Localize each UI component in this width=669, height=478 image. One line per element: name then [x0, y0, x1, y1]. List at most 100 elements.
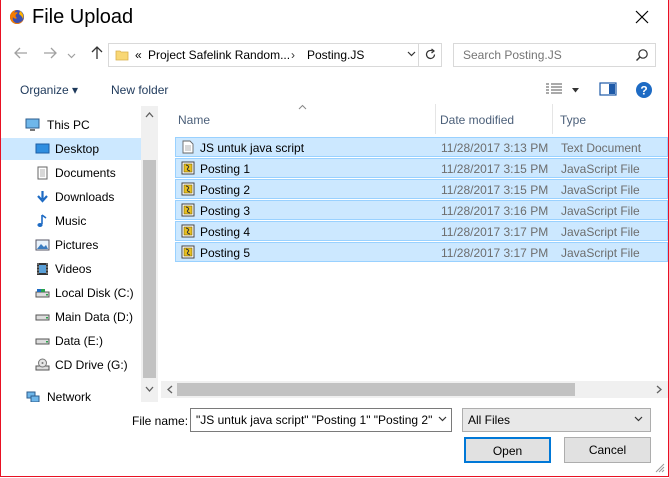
scroll-left-arrow[interactable] — [161, 385, 178, 396]
file-row[interactable]: Posting 4 11/28/2017 3:17 PM JavaScript … — [175, 221, 668, 241]
javascript-file-icon — [181, 161, 195, 175]
chevron-down-icon — [572, 88, 579, 93]
refresh-button[interactable] — [418, 44, 441, 66]
new-folder-button[interactable]: New folder — [111, 83, 168, 97]
sidebar-item-data-e[interactable]: Data (E:) — [1, 330, 141, 352]
search-icon[interactable] — [635, 48, 649, 62]
search-box[interactable] — [453, 43, 656, 67]
chevron-down-icon — [407, 51, 415, 57]
sidebar-item-label: Local Disk (C:) — [55, 286, 134, 300]
breadcrumb-project[interactable]: Project Safelink Random... — [148, 48, 290, 62]
file-type-select[interactable]: All Files — [462, 408, 651, 432]
column-header-type[interactable]: Type — [553, 104, 668, 134]
scrollbar-thumb[interactable] — [177, 383, 575, 396]
sidebar-item-this-pc[interactable]: This PC — [1, 114, 141, 136]
file-type: JavaScript File — [561, 246, 640, 260]
sidebar-item-label: Main Data (D:) — [55, 310, 134, 324]
sidebar-item-pictures[interactable]: Pictures — [1, 234, 141, 256]
address-dropdown-button[interactable] — [405, 48, 417, 62]
organize-button[interactable]: Organize ▾ — [20, 83, 78, 97]
file-type: JavaScript File — [561, 225, 640, 239]
file-upload-dialog: File Upload « Project Safelink Random...… — [0, 0, 669, 477]
preview-pane-button[interactable] — [599, 82, 617, 99]
file-row[interactable]: Posting 1 11/28/2017 3:15 PM JavaScript … — [175, 158, 668, 178]
search-input[interactable] — [461, 47, 635, 63]
resize-grip-icon[interactable] — [655, 463, 665, 473]
forward-button[interactable] — [41, 46, 59, 64]
file-name: Posting 1 — [200, 162, 251, 176]
arrow-left-icon — [14, 47, 27, 59]
help-button[interactable]: ? — [635, 81, 653, 102]
file-name: Posting 4 — [200, 225, 251, 239]
up-button[interactable] — [88, 46, 106, 64]
sidebar-item-label: Network — [47, 390, 92, 402]
file-row[interactable]: Posting 5 11/28/2017 3:17 PM JavaScript … — [175, 242, 668, 262]
back-button[interactable] — [12, 46, 30, 64]
column-header-date[interactable]: Date modified — [436, 104, 552, 134]
navigation-pane-scrollbar[interactable] — [141, 106, 158, 402]
file-row[interactable]: JS untuk java script 11/28/2017 3:13 PM … — [175, 137, 668, 157]
file-name: Posting 5 — [200, 246, 251, 260]
sidebar-item-videos[interactable]: Videos — [1, 258, 141, 280]
sidebar-item-label: Videos — [55, 262, 92, 276]
chevron-down-icon[interactable] — [438, 414, 447, 423]
file-name: Posting 2 — [200, 183, 251, 197]
sidebar-item-label: Music — [55, 214, 87, 228]
sidebar-item-music[interactable]: Music — [1, 210, 141, 232]
title-bar: File Upload — [1, 0, 668, 36]
file-name: JS untuk java script — [200, 141, 305, 155]
chevron-left-icon — [167, 385, 173, 394]
cancel-button[interactable]: Cancel — [564, 437, 651, 463]
file-row[interactable]: Posting 3 11/28/2017 3:16 PM JavaScript … — [175, 200, 668, 220]
sidebar-item-label: Pictures — [55, 238, 99, 252]
address-bar[interactable]: « Project Safelink Random... › Posting.J… — [108, 43, 442, 67]
close-icon — [635, 10, 649, 24]
sidebar-item-local-disk-c[interactable]: Local Disk (C:) — [1, 282, 141, 304]
file-list-horizontal-scrollbar[interactable] — [161, 381, 668, 398]
column-header-name[interactable]: Name — [167, 104, 435, 134]
close-button[interactable] — [630, 5, 654, 30]
breadcrumb-separator[interactable]: › — [291, 48, 295, 62]
sidebar-item-main-data-d[interactable]: Main Data (D:) — [1, 306, 141, 328]
file-name-combobox[interactable]: "JS untuk java script" "Posting 1" "Post… — [190, 408, 452, 432]
sidebar-item-network[interactable]: Network — [1, 386, 141, 402]
file-row[interactable]: Posting 2 11/28/2017 3:15 PM JavaScript … — [175, 179, 668, 199]
breadcrumb-posting-js[interactable]: Posting.JS — [307, 48, 364, 62]
scroll-right-arrow[interactable] — [651, 385, 668, 396]
chevron-down-icon — [634, 416, 643, 422]
file-type: JavaScript File — [561, 204, 640, 218]
javascript-file-icon — [181, 182, 195, 196]
column-header-label: Date modified — [440, 113, 515, 127]
column-header-label: Type — [560, 113, 587, 127]
videos-icon — [37, 263, 48, 275]
scrollbar-thumb[interactable] — [143, 160, 156, 378]
file-date: 11/28/2017 3:16 PM — [441, 204, 549, 218]
svg-text:?: ? — [640, 84, 647, 98]
details-view-icon — [546, 83, 562, 94]
scroll-down-arrow[interactable] — [141, 385, 158, 395]
sidebar-item-cd-drive-g[interactable]: CD Drive (G:) — [1, 354, 141, 376]
chevron-up-icon — [145, 112, 154, 118]
network-icon — [26, 391, 40, 402]
sidebar-item-desktop[interactable]: Desktop — [1, 138, 141, 160]
sidebar-item-label: This PC — [47, 118, 90, 132]
downloads-icon — [37, 191, 48, 203]
recent-locations-button[interactable] — [65, 46, 77, 64]
navigation-pane: This PC Desktop Documents Downloads Musi… — [1, 106, 159, 402]
drive-icon — [35, 289, 50, 298]
file-name-label: File name: — [132, 414, 189, 428]
file-date: 11/28/2017 3:15 PM — [441, 183, 549, 197]
view-options-dropdown[interactable] — [571, 84, 580, 98]
file-name-input[interactable]: "JS untuk java script" "Posting 1" "Post… — [196, 413, 432, 427]
change-view-button[interactable] — [545, 82, 563, 99]
file-type: JavaScript File — [561, 183, 640, 197]
breadcrumb-overflow[interactable]: « — [135, 48, 142, 62]
sidebar-item-label: Documents — [55, 166, 116, 180]
sort-ascending-icon — [298, 104, 307, 110]
sidebar-item-downloads[interactable]: Downloads — [1, 186, 141, 208]
pictures-icon — [35, 239, 50, 251]
sidebar-item-documents[interactable]: Documents — [1, 162, 141, 184]
window-title: File Upload — [32, 6, 134, 28]
open-button[interactable]: Open — [464, 437, 551, 463]
scroll-up-arrow[interactable] — [141, 110, 158, 120]
